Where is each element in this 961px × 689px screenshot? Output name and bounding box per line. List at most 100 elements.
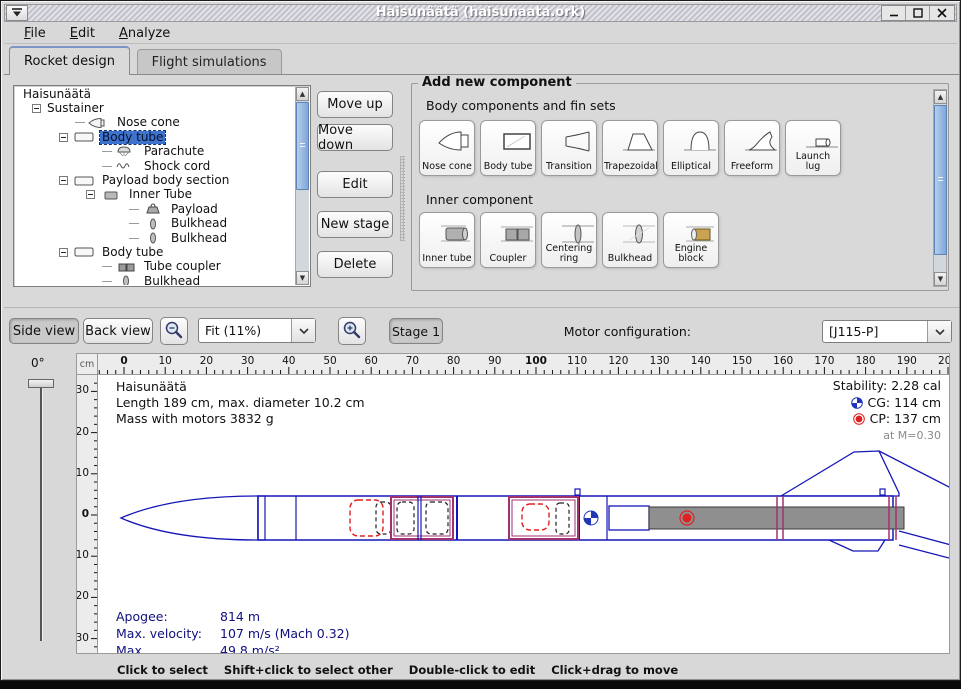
body-tube-icon [489, 125, 529, 153]
component-scrollbar-thumb[interactable] [934, 105, 947, 255]
tree-expander-icon[interactable] [59, 248, 68, 257]
tree-bulkhead-icon [114, 275, 138, 285]
tree-scrollbar-thumb[interactable] [296, 102, 309, 190]
tree-scrollbar[interactable]: ▲ ▼ [295, 87, 309, 285]
tree-tube-icon [72, 131, 96, 143]
flight-data-row: Max. velocity:107 m/s (Mach 0.32) [116, 625, 350, 642]
side-view-button[interactable]: Side view [9, 318, 79, 344]
add-launch-lug-button[interactable]: Launch lug [785, 120, 841, 176]
scroll-up-arrow-icon[interactable]: ▲ [296, 87, 309, 101]
tree-item-label: Body tube [100, 246, 165, 259]
splitter-grip[interactable] [400, 156, 405, 241]
vertical-ruler: -30-20-100102030 [76, 375, 98, 654]
h-ruler-label: 80 [447, 355, 460, 367]
add-elliptical-fin-button[interactable]: Elliptical [663, 120, 719, 176]
h-ruler-label: 60 [365, 355, 378, 367]
rocket-canvas[interactable]: HaisunäätäLength 189 cm, max. diameter 1… [98, 375, 950, 654]
close-button[interactable] [930, 6, 954, 20]
tree-item-body-tube[interactable]: Body tube [15, 245, 295, 259]
add-new-component-group: Add new component Body components and fi… [411, 83, 949, 291]
menu-edit[interactable]: Edit [60, 24, 105, 43]
tree-item-label: Inner Tube [127, 188, 194, 201]
launch-lug-mark[interactable] [880, 489, 885, 495]
flight-data-value: 814 m [220, 608, 260, 625]
horizontal-ruler: -100102030405060708090100110120130140150… [98, 353, 950, 375]
component-group-label: Body components and fin sets [426, 98, 616, 113]
maximize-button[interactable] [906, 6, 930, 20]
add-bulkhead-button[interactable]: Bulkhead [602, 212, 658, 268]
h-ruler-label: 50 [323, 355, 336, 367]
tree-item-bulkhead[interactable]: Bulkhead [15, 274, 295, 285]
tree-item-parachute[interactable]: Parachute [15, 145, 295, 159]
scroll-up-arrow-icon[interactable]: ▲ [934, 90, 947, 104]
component-button-label: Nose cone [421, 162, 473, 172]
tree-item-label: Bulkhead [142, 275, 202, 285]
motor-mount-tube[interactable] [609, 506, 649, 530]
scroll-down-arrow-icon[interactable]: ▼ [296, 271, 309, 285]
motor-configuration-select[interactable]: [J115-P] [822, 320, 952, 343]
add-freeform-fin-button[interactable]: Freeform [724, 120, 780, 176]
tab-rocket-design[interactable]: Rocket design [9, 46, 130, 75]
menu-file[interactable]: File [14, 24, 56, 43]
titlebar[interactable]: Haisunäätä (haisunaata.ork) [4, 4, 957, 22]
zoom-out-button[interactable] [160, 317, 188, 345]
add-engine-block-button[interactable]: Engine block [663, 212, 719, 268]
tree-item-body-tube[interactable]: Body tube [15, 130, 295, 144]
scroll-down-arrow-icon[interactable]: ▼ [934, 272, 947, 286]
add-trapezoidal-fin-button[interactable]: Trapezoidal [602, 120, 658, 176]
zoom-in-button[interactable] [338, 317, 366, 345]
tree-item-sustainer[interactable]: Sustainer [15, 101, 295, 115]
tree-item-nose-cone[interactable]: Nose cone [15, 116, 295, 130]
launch-lug-mark[interactable] [575, 489, 580, 495]
flight-data: Apogee:814 mMax. velocity:107 m/s (Mach … [116, 608, 350, 654]
tree-item-inner-tube[interactable]: Inner Tube [15, 188, 295, 202]
rotation-slider-thumb[interactable] [28, 379, 54, 388]
component-panel-scrollbar[interactable]: ▲ ▼ [933, 89, 947, 287]
add-inner-tube-button[interactable]: Inner tube [419, 212, 475, 268]
motor-configuration-label: Motor configuration: [564, 324, 691, 339]
add-transition-button[interactable]: Transition [541, 120, 597, 176]
transition-icon [550, 125, 590, 153]
zoom-level-select[interactable]: Fit (11%) [198, 318, 316, 343]
add-body-tube-button[interactable]: Body tube [480, 120, 536, 176]
tab-flight-simulations[interactable]: Flight simulations [137, 49, 282, 75]
component-button-label: Body tube [482, 162, 534, 172]
component-tree[interactable]: HaisunäätäSustainerNose coneBody tubePar… [13, 85, 311, 287]
stage-1-toggle[interactable]: Stage 1 [389, 318, 443, 344]
cg-value: CG: 114 cm [868, 395, 941, 412]
h-ruler-label: 120 [608, 355, 628, 367]
add-nose-cone-button[interactable]: Nose cone [419, 120, 475, 176]
edit-button[interactable]: Edit [317, 171, 393, 198]
minimize-button[interactable] [882, 6, 906, 20]
tree-item-haisunäätä[interactable]: Haisunäätä [15, 87, 295, 101]
add-centering-ring-button[interactable]: Centering ring [541, 212, 597, 268]
move-down-button[interactable]: Move down [317, 124, 393, 151]
add-coupler-button[interactable]: Coupler [480, 212, 536, 268]
tree-item-tube-coupler[interactable]: Tube coupler [15, 260, 295, 274]
move-up-button[interactable]: Move up [317, 91, 393, 118]
tree-item-payload-body-section[interactable]: Payload body section [15, 173, 295, 187]
tree-item-shock-cord[interactable]: Shock cord [15, 159, 295, 173]
tree-item-bulkhead[interactable]: Bulkhead [15, 217, 295, 231]
close-icon [937, 8, 947, 18]
motor-configuration-value: [J115-P] [823, 324, 927, 339]
component-button-label: Inner tube [421, 254, 473, 264]
nose-cone-shape[interactable] [121, 496, 258, 540]
status-hint: Shift+click to select other [224, 663, 393, 677]
tree-expander-icon[interactable] [59, 133, 68, 142]
menu-analyze[interactable]: Analyze [109, 24, 180, 43]
tree-item-bulkhead[interactable]: Bulkhead [15, 231, 295, 245]
trapezoidal-fin-icon [611, 125, 651, 153]
cg-icon [851, 397, 863, 409]
tree-item-payload[interactable]: Payload [15, 202, 295, 216]
h-ruler-label: 170 [814, 355, 834, 367]
tree-expander-icon[interactable] [86, 190, 95, 199]
delete-button[interactable]: Delete [317, 251, 393, 278]
back-view-button[interactable]: Back view [83, 318, 153, 344]
tree-nose-icon [87, 117, 111, 129]
tree-expander-icon[interactable] [59, 176, 68, 185]
rotation-slider-track[interactable] [40, 387, 42, 641]
h-ruler-label: 200 [938, 355, 950, 367]
tree-expander-icon[interactable] [32, 104, 41, 113]
new-stage-button[interactable]: New stage [317, 211, 393, 238]
